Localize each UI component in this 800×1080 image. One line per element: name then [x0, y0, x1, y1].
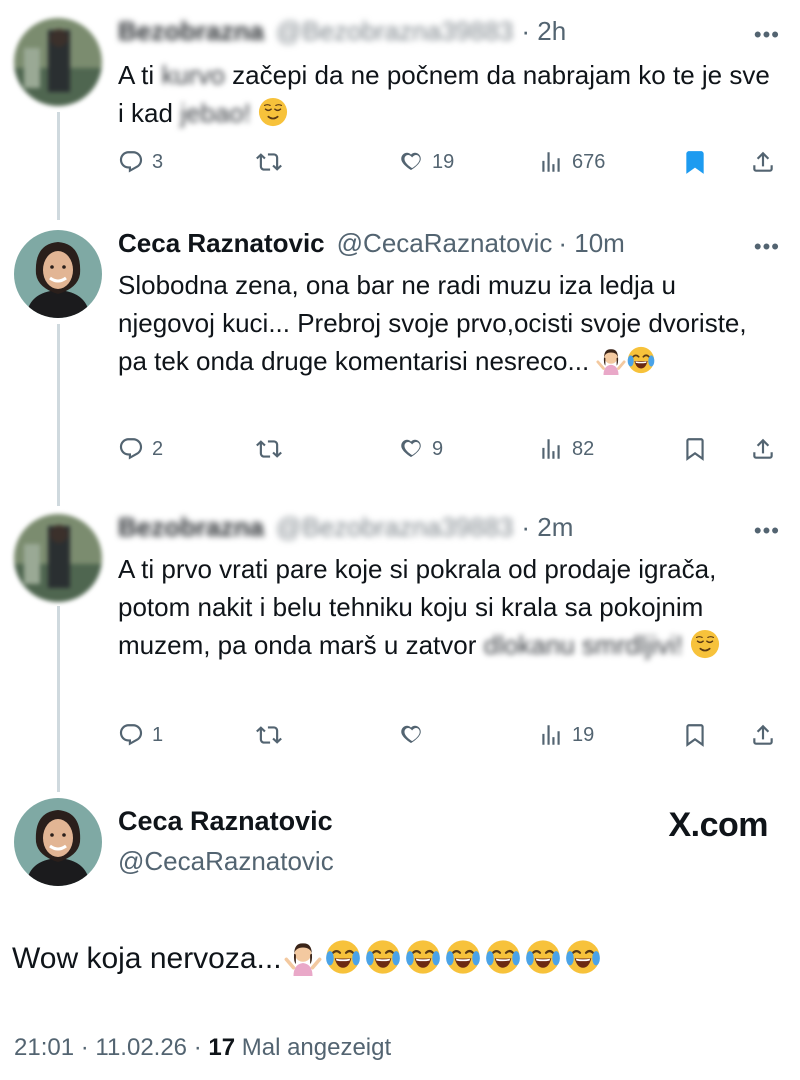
- avatar[interactable]: [14, 230, 102, 318]
- relieved-face-emoji: [690, 629, 720, 659]
- repost-icon: [256, 722, 282, 748]
- views-count: 17: [208, 1034, 236, 1061]
- like-icon: [398, 149, 424, 175]
- views-count: 676: [572, 150, 606, 173]
- censored-word: dlokanu smrdljivi!: [483, 630, 684, 660]
- like-button[interactable]: [398, 718, 432, 752]
- face-with-tears-of-joy-emoji: [484, 938, 522, 976]
- like-count: 19: [432, 150, 455, 173]
- face-with-tears-of-joy-emoji: [564, 938, 602, 976]
- bookmark-icon: [682, 436, 708, 462]
- action-bar: 1 19: [118, 718, 783, 752]
- author-handle[interactable]: @Bezobrazna39883: [276, 512, 513, 543]
- reply-tweet-3[interactable]: Bezobrazna @Bezobrazna39883 · 2m ••• A t…: [0, 510, 800, 760]
- action-bar: 2 9 82: [118, 432, 783, 466]
- tweet-time[interactable]: · 2h: [521, 16, 566, 47]
- reply-icon: [118, 149, 144, 175]
- censored-word: kurvo: [161, 60, 225, 90]
- avatar[interactable]: [14, 18, 102, 106]
- tweet-text: A ti prvo vrati pare koje si pokrala od …: [118, 550, 778, 664]
- author-handle[interactable]: @CecaRaznatovic: [337, 228, 553, 259]
- reply-button[interactable]: 1: [118, 718, 163, 752]
- repost-button[interactable]: [256, 718, 290, 752]
- repost-icon: [256, 436, 282, 462]
- face-with-tears-of-joy-emoji: [626, 345, 656, 375]
- woman-shrugging-emoji: [284, 938, 322, 976]
- share-button[interactable]: [750, 145, 776, 179]
- share-icon: [750, 722, 776, 748]
- text-part: A ti: [118, 60, 162, 90]
- reply-count: 3: [152, 150, 164, 173]
- views-icon: [538, 436, 564, 462]
- author-name[interactable]: Bezobrazna: [118, 512, 264, 543]
- views-label: Mal angezeigt: [235, 1034, 392, 1061]
- more-icon[interactable]: •••: [754, 518, 780, 544]
- repost-button[interactable]: [256, 145, 290, 179]
- reply-icon: [118, 436, 144, 462]
- face-with-tears-of-joy-emoji: [524, 938, 562, 976]
- avatar[interactable]: [14, 514, 102, 602]
- author-name[interactable]: Bezobrazna: [118, 16, 264, 47]
- author-handle[interactable]: @Bezobrazna39883: [276, 16, 513, 47]
- reply-tweet-1[interactable]: Bezobrazna @Bezobrazna39883 · 2h ••• A t…: [0, 14, 800, 189]
- like-icon: [398, 436, 424, 462]
- author-name[interactable]: Ceca Raznatovic: [118, 228, 325, 259]
- reply-button[interactable]: 2: [118, 432, 163, 466]
- tweet-text: Wow koja nervoza...: [12, 938, 602, 976]
- bookmark-button[interactable]: [682, 718, 708, 752]
- tweet-meta: 21:01 · 11.02.26 · 17 Mal angezeigt: [14, 1034, 391, 1062]
- bookmark-button[interactable]: [682, 432, 708, 466]
- views-button[interactable]: 82: [538, 432, 594, 466]
- reply-count: 2: [152, 437, 164, 460]
- face-with-tears-of-joy-emoji: [324, 938, 362, 976]
- tweet-text: Slobodna zena, ona bar ne radi muzu iza …: [118, 266, 778, 380]
- avatar[interactable]: [14, 798, 102, 886]
- tweet-text: A ti kurvo začepi da ne počnem da nabraj…: [118, 56, 778, 132]
- tweet-time[interactable]: · 2m: [521, 512, 573, 543]
- woman-shrugging-emoji: [596, 345, 626, 375]
- repost-button[interactable]: [256, 432, 290, 466]
- tweet-header: Bezobrazna @Bezobrazna39883 · 2m: [118, 510, 573, 544]
- like-count: 9: [432, 437, 444, 460]
- face-with-tears-of-joy-emoji: [364, 938, 402, 976]
- bookmark-filled-icon: [682, 149, 708, 175]
- reply-button[interactable]: 3: [118, 145, 163, 179]
- share-icon: [750, 149, 776, 175]
- tweet-header: Ceca Raznatovic @CecaRaznatovic · 10m: [118, 226, 625, 260]
- views-button[interactable]: 19: [538, 718, 594, 752]
- bookmark-icon: [682, 722, 708, 748]
- reply-tweet-2[interactable]: Ceca Raznatovic @CecaRaznatovic · 10m ••…: [0, 226, 800, 476]
- like-button[interactable]: 19: [398, 145, 454, 179]
- like-button[interactable]: 9: [398, 432, 443, 466]
- x-logo: X.com: [668, 806, 768, 844]
- views-count: 82: [572, 437, 595, 460]
- action-bar: 3 19 676: [118, 145, 783, 179]
- repost-icon: [256, 149, 282, 175]
- like-icon: [398, 722, 424, 748]
- tweet-header: Bezobrazna @Bezobrazna39883 · 2h: [118, 14, 566, 48]
- author-name[interactable]: Ceca Raznatovic: [118, 806, 333, 837]
- views-button[interactable]: 676: [538, 145, 605, 179]
- tweet-timestamp[interactable]: 21:01 · 11.02.26 ·: [14, 1034, 208, 1061]
- face-with-tears-of-joy-emoji: [444, 938, 482, 976]
- text-part: Wow koja nervoza...: [12, 942, 282, 975]
- reply-count: 1: [152, 723, 164, 746]
- share-icon: [750, 436, 776, 462]
- relieved-face-emoji: [258, 97, 288, 127]
- views-icon: [538, 149, 564, 175]
- tweet-time[interactable]: · 10m: [558, 228, 624, 259]
- share-button[interactable]: [750, 432, 776, 466]
- author-handle[interactable]: @CecaRaznatovic: [118, 846, 334, 877]
- censored-word: jebao!: [180, 98, 251, 128]
- more-icon[interactable]: •••: [754, 22, 780, 48]
- more-icon[interactable]: •••: [754, 234, 780, 260]
- face-with-tears-of-joy-emoji: [404, 938, 442, 976]
- bookmark-button[interactable]: [682, 145, 708, 179]
- reply-icon: [118, 722, 144, 748]
- views-count: 19: [572, 723, 595, 746]
- share-button[interactable]: [750, 718, 776, 752]
- views-icon: [538, 722, 564, 748]
